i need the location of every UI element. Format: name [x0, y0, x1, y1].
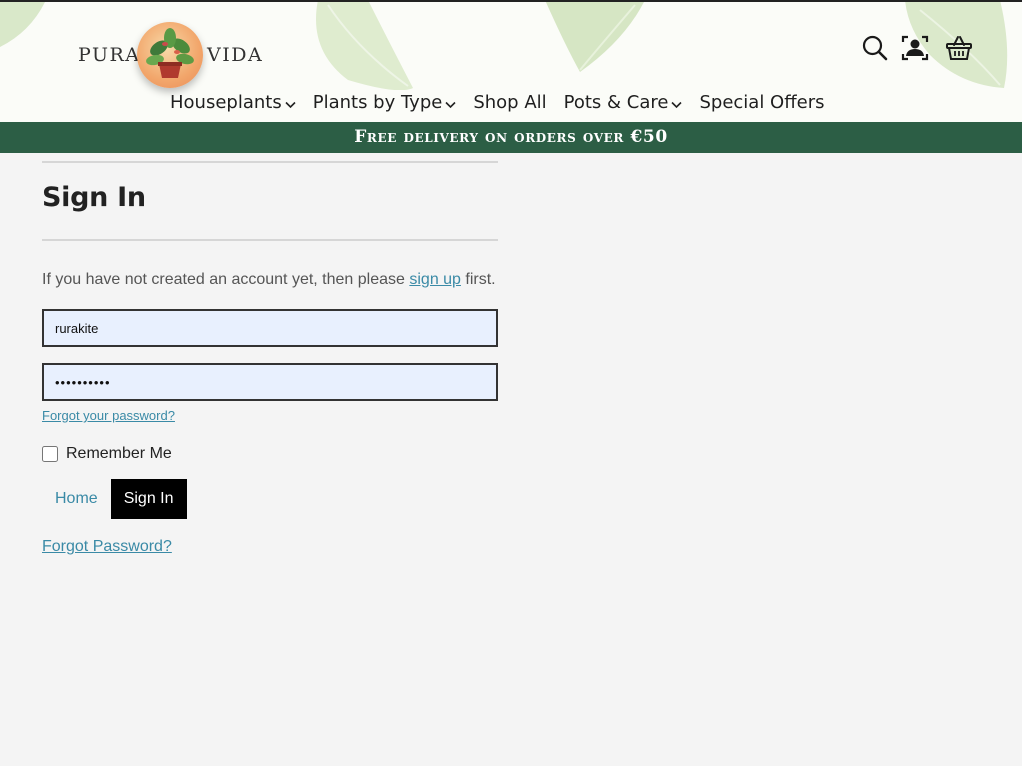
remember-me-label: Remember Me	[66, 445, 172, 462]
nav-item-label: Special Offers	[699, 91, 825, 113]
free-delivery-banner: Free delivery on orders over €50	[0, 122, 1022, 153]
leaf-decoration-center-left	[316, 2, 413, 90]
plant-pot-logo-icon	[137, 22, 203, 88]
leaf-decoration-center-right	[545, 2, 644, 72]
nav-item-special-offers[interactable]: Special Offers	[699, 88, 824, 116]
main-nav: Houseplants Plants by Type Shop All Pots…	[170, 88, 824, 116]
nav-item-label: Houseplants	[170, 91, 282, 113]
header-icons	[861, 34, 975, 66]
chevron-down-icon	[671, 101, 683, 108]
leaf-decoration-left	[0, 2, 45, 47]
sign-in-button[interactable]: Sign In	[110, 479, 187, 519]
site-header: PURA VIDA Houseplants Plants by Type Sho…	[0, 2, 1022, 122]
page-title: Sign In	[42, 182, 146, 213]
logo-text-right: VIDA	[207, 44, 264, 66]
nav-item-shop-all[interactable]: Shop All	[473, 88, 546, 116]
password-input[interactable]	[42, 363, 498, 401]
username-input[interactable]	[42, 309, 498, 347]
nav-item-label: Plants by Type	[312, 91, 443, 113]
nav-item-houseplants[interactable]: Houseplants	[170, 88, 296, 116]
signup-prompt-text: If you have not created an account yet, …	[42, 271, 410, 288]
nav-item-label: Pots & Care	[563, 91, 669, 113]
nav-item-label: Shop All	[473, 91, 547, 113]
signin-panel: Sign In If you have not created an accou…	[42, 153, 498, 556]
signup-link[interactable]: sign up	[409, 271, 461, 288]
remember-me[interactable]: Remember Me	[42, 445, 498, 463]
account-icon[interactable]	[901, 34, 931, 64]
basket-icon[interactable]	[945, 34, 975, 64]
logo-text-left: PURA	[78, 44, 141, 66]
chevron-down-icon	[285, 101, 296, 108]
chevron-down-icon	[445, 101, 456, 108]
signup-prompt: If you have not created an account yet, …	[42, 268, 498, 292]
divider	[42, 239, 498, 241]
remember-me-checkbox[interactable]	[42, 446, 58, 462]
form-actions: Home Sign In	[42, 479, 498, 519]
search-icon[interactable]	[861, 34, 891, 64]
home-button[interactable]: Home	[42, 479, 111, 519]
signup-prompt-text-end: first.	[460, 271, 496, 288]
site-logo[interactable]: PURA VIDA	[78, 22, 268, 92]
nav-item-pots-care[interactable]: Pots & Care	[564, 88, 683, 116]
divider	[42, 161, 498, 163]
nav-item-plants-by-type[interactable]: Plants by Type	[313, 88, 457, 116]
forgot-password-link[interactable]: Forgot Password?	[42, 538, 172, 556]
forgot-your-password-link[interactable]: Forgot your password?	[42, 408, 175, 423]
